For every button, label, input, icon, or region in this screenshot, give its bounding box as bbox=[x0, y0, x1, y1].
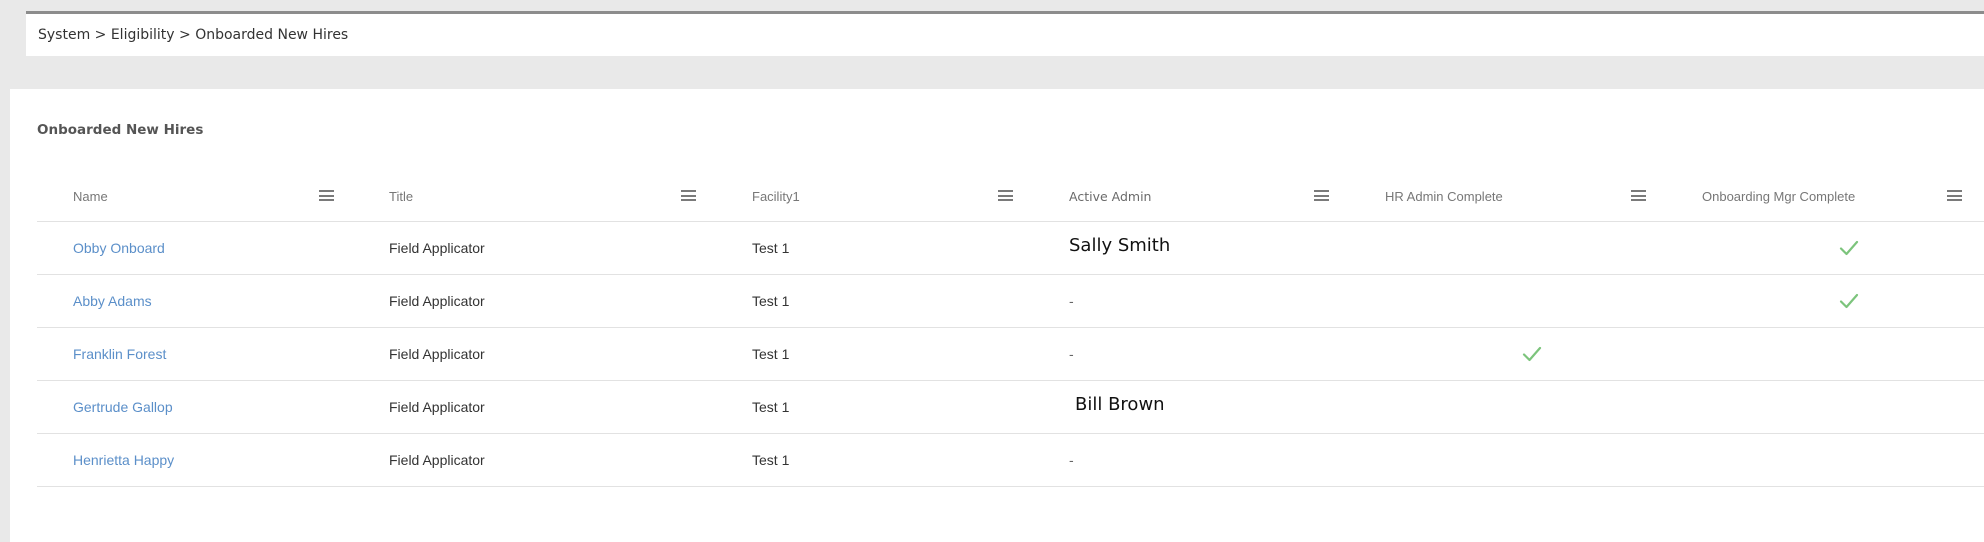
table-row[interactable]: Franklin Forest Field Applicator Test 1 - bbox=[37, 328, 1984, 381]
employee-title: Field Applicator bbox=[389, 222, 485, 274]
page-title: Onboarded New Hires bbox=[37, 122, 204, 138]
employee-title: Field Applicator bbox=[389, 434, 485, 486]
column-header-hr-admin-complete[interactable]: HR Admin Complete bbox=[1385, 171, 1503, 221]
employee-title-text: Field Applicator bbox=[389, 293, 485, 309]
employee-facility: Test 1 bbox=[752, 222, 789, 274]
content-panel: Onboarded New Hires Name Title Facility1… bbox=[10, 89, 1984, 542]
table-row[interactable]: Obby Onboard Field Applicator Test 1 Sally … bbox=[37, 222, 1984, 275]
employee-facility: Test 1 bbox=[752, 328, 789, 380]
employee-name-link-text[interactable]: Abby Adams bbox=[73, 293, 152, 309]
active-admin: - bbox=[1069, 275, 1074, 327]
column-menu-icon[interactable] bbox=[1947, 190, 1962, 201]
table-row[interactable]: Abby Adams Field Applicator Test 1 - bbox=[37, 275, 1984, 328]
column-menu-icon[interactable] bbox=[1631, 190, 1646, 201]
employee-name-link-text[interactable]: Gertrude Gallop bbox=[73, 399, 173, 415]
employee-facility-text: Test 1 bbox=[752, 346, 790, 362]
checkmark-icon bbox=[1522, 345, 1542, 363]
employee-facility: Test 1 bbox=[752, 434, 789, 486]
employee-title-text: Field Applicator bbox=[389, 240, 485, 256]
breadcrumb: System > Eligibility > Onboarded New Hir… bbox=[38, 27, 349, 43]
column-header-name[interactable]: Name bbox=[73, 171, 108, 221]
active-admin-text: Bill Brown bbox=[1075, 393, 1165, 415]
employee-title-text: Field Applicator bbox=[389, 399, 485, 415]
active-admin: - bbox=[1069, 434, 1074, 486]
column-header-title[interactable]: Title bbox=[389, 171, 413, 221]
employee-facility-text: Test 1 bbox=[752, 240, 790, 256]
employee-name-link[interactable]: Henrietta Happy bbox=[73, 434, 174, 486]
employee-title-text: Field Applicator bbox=[389, 452, 485, 468]
employee-facility: Test 1 bbox=[752, 275, 789, 327]
employee-name-link[interactable]: Gertrude Gallop bbox=[73, 381, 173, 433]
table-header: Name Title Facility1 Active Admin HR Adm… bbox=[37, 171, 1984, 222]
new-hires-table: Name Title Facility1 Active Admin HR Adm… bbox=[37, 171, 1984, 487]
active-admin: - bbox=[1069, 328, 1074, 380]
employee-facility: Test 1 bbox=[752, 381, 789, 433]
employee-title: Field Applicator bbox=[389, 381, 485, 433]
checkmark-icon bbox=[1839, 292, 1859, 310]
employee-facility-text: Test 1 bbox=[752, 452, 790, 468]
employee-name-link-text[interactable]: Obby Onboard bbox=[73, 240, 165, 256]
column-menu-icon[interactable] bbox=[319, 190, 334, 201]
breadcrumb-bar: System > Eligibility > Onboarded New Hir… bbox=[26, 14, 1984, 56]
active-admin-text: Sally Smith bbox=[1069, 234, 1171, 256]
checkmark-icon bbox=[1839, 239, 1859, 257]
column-menu-icon[interactable] bbox=[998, 190, 1013, 201]
employee-name-link-text[interactable]: Franklin Forest bbox=[73, 346, 166, 362]
column-menu-icon[interactable] bbox=[1314, 190, 1329, 201]
column-header-active-admin[interactable]: Active Admin bbox=[1069, 171, 1151, 221]
active-admin-text: - bbox=[1069, 293, 1074, 309]
employee-name-link[interactable]: Abby Adams bbox=[73, 275, 152, 327]
table-body: Obby Onboard Field Applicator Test 1 Sally … bbox=[37, 222, 1984, 487]
employee-facility-text: Test 1 bbox=[752, 399, 790, 415]
employee-facility-text: Test 1 bbox=[752, 293, 790, 309]
employee-name-link[interactable]: Franklin Forest bbox=[73, 328, 166, 380]
active-admin-text: - bbox=[1069, 452, 1074, 468]
active-admin: Sally Smith bbox=[1069, 219, 1170, 271]
employee-title-text: Field Applicator bbox=[389, 346, 485, 362]
employee-title: Field Applicator bbox=[389, 328, 485, 380]
column-header-onboarding-mgr-complete[interactable]: Onboarding Mgr Complete bbox=[1702, 171, 1855, 221]
active-admin: Bill Brown bbox=[1075, 378, 1165, 430]
employee-name-link-text[interactable]: Henrietta Happy bbox=[73, 452, 174, 468]
table-row[interactable]: Henrietta Happy Field Applicator Test 1 - bbox=[37, 434, 1984, 487]
active-admin-text: - bbox=[1069, 346, 1074, 362]
employee-title: Field Applicator bbox=[389, 275, 485, 327]
column-menu-icon[interactable] bbox=[681, 190, 696, 201]
table-row[interactable]: Gertrude Gallop Field Applicator Test 1 Bil… bbox=[37, 381, 1984, 434]
employee-name-link[interactable]: Obby Onboard bbox=[73, 222, 165, 274]
column-header-facility[interactable]: Facility1 bbox=[752, 171, 800, 221]
